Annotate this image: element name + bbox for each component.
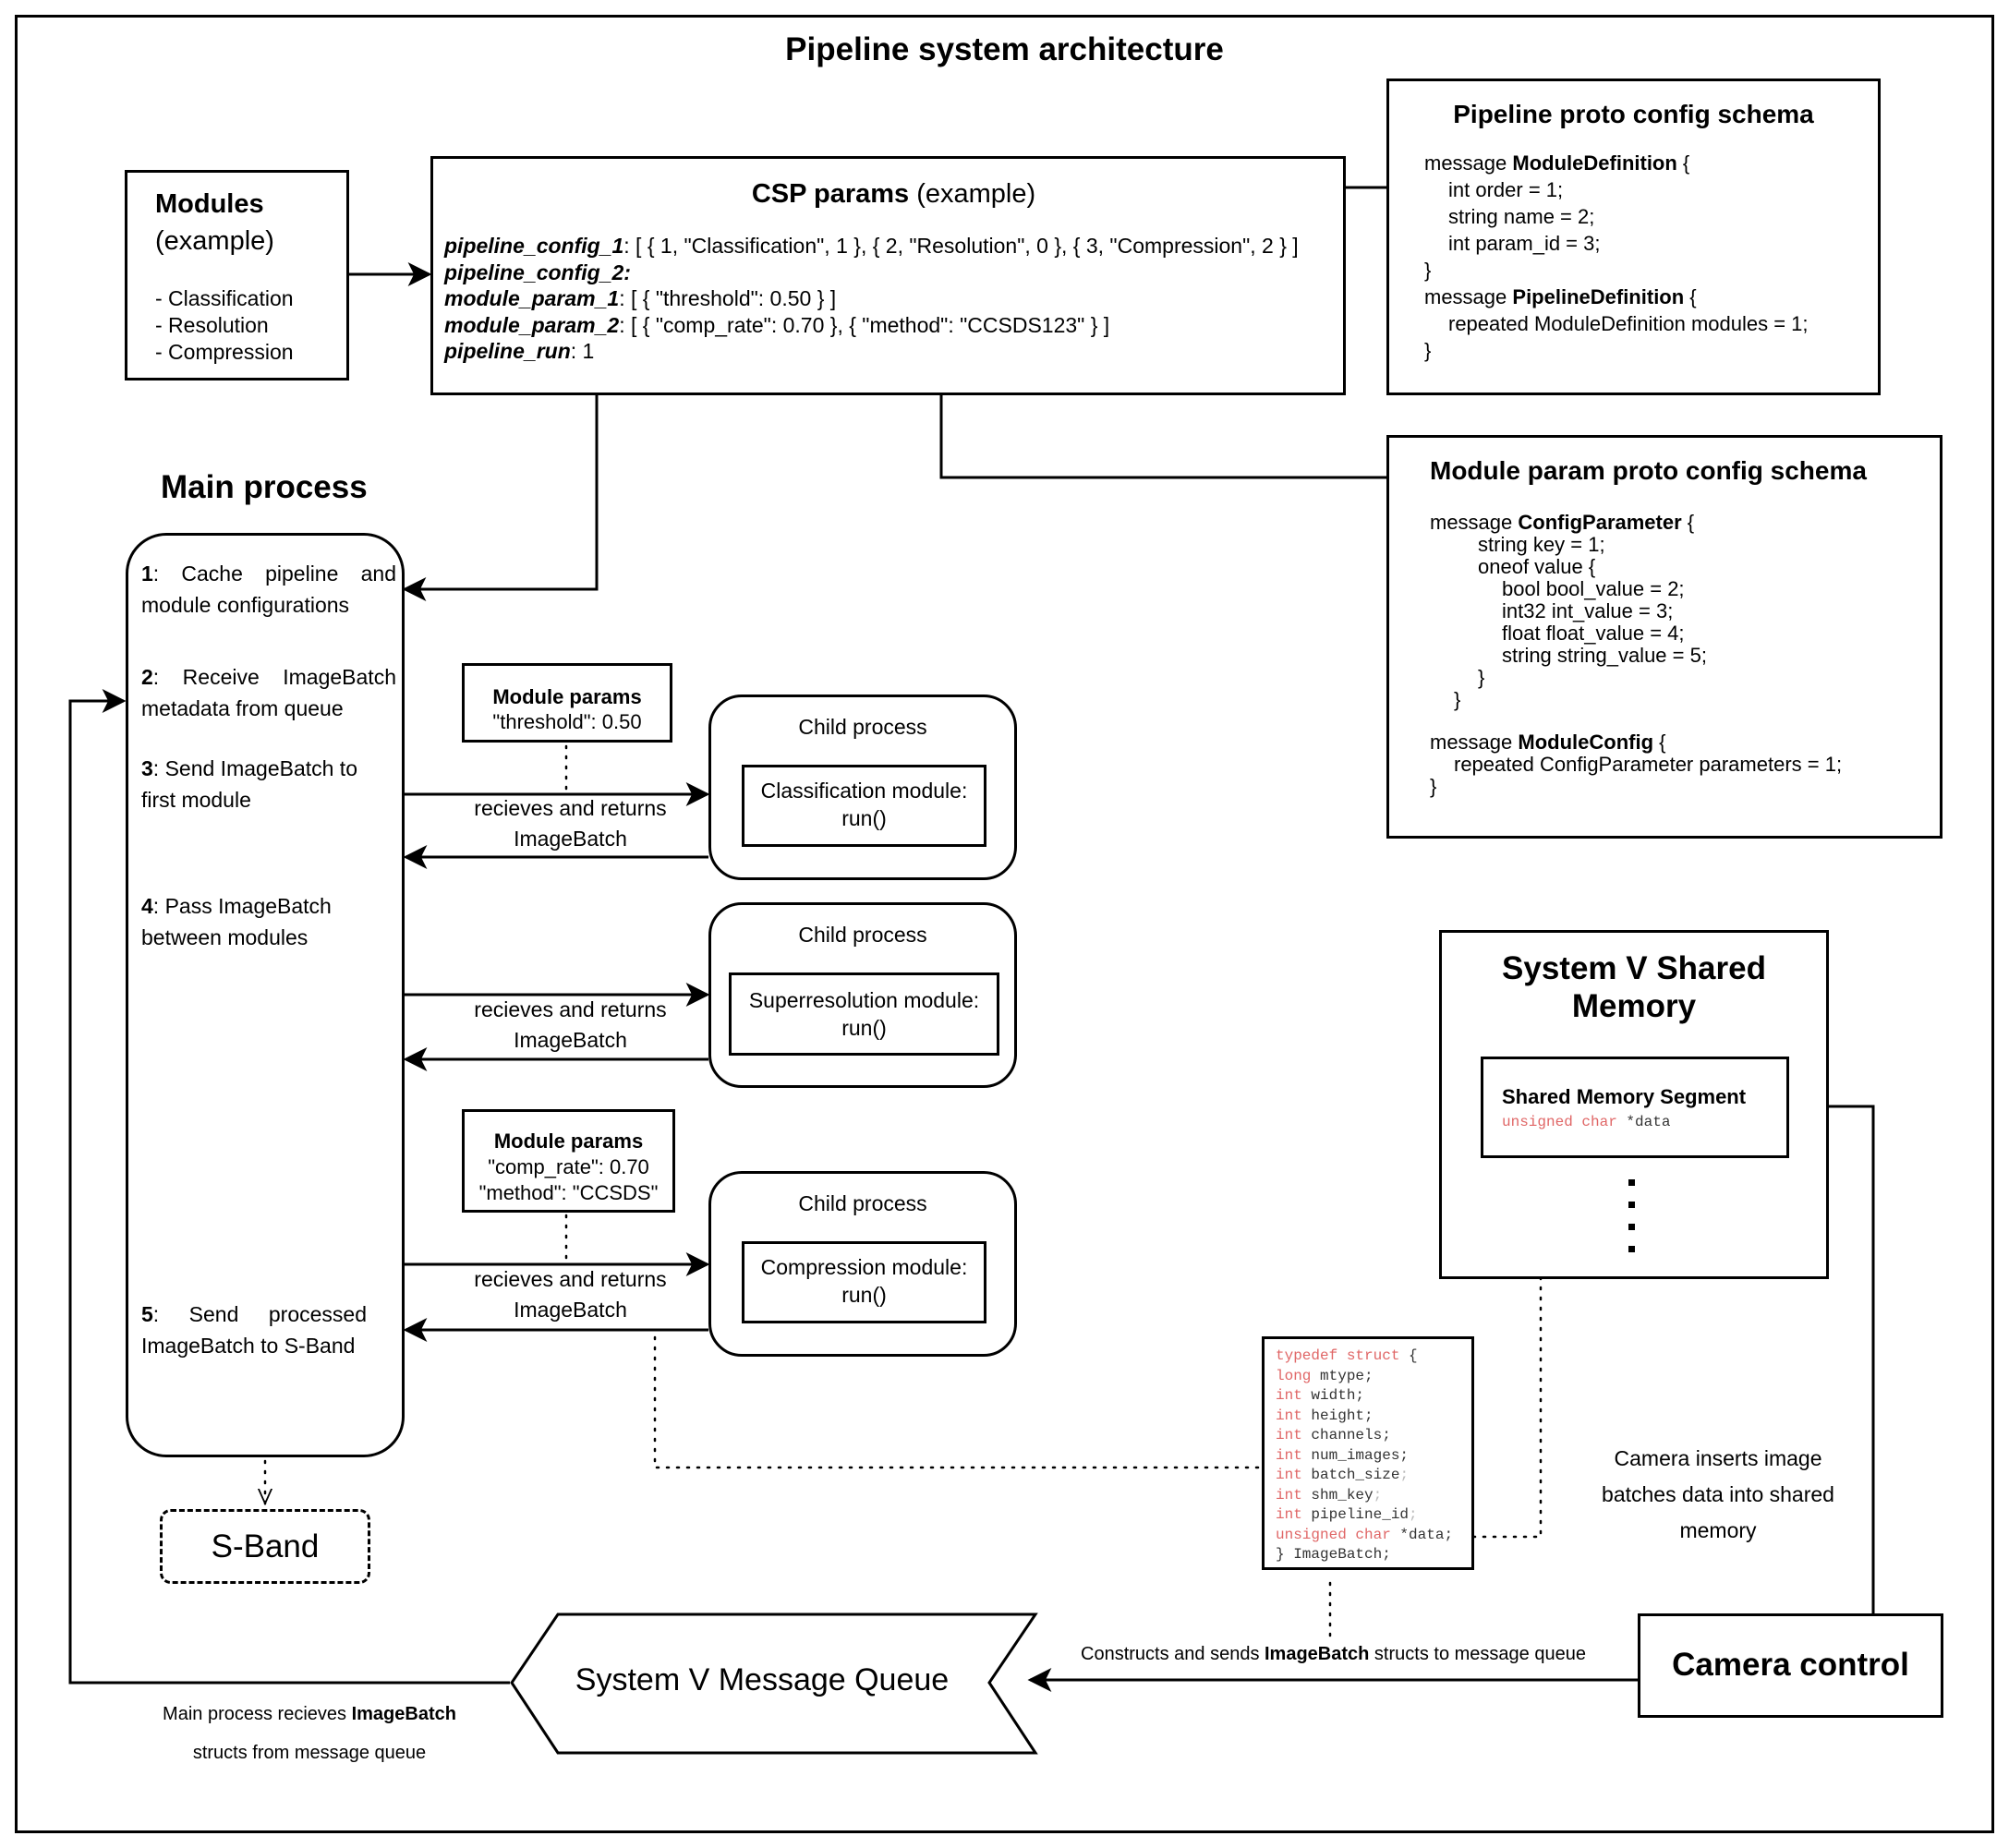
- edge-label-3: recieves and returns ImageBatch: [474, 1267, 667, 1322]
- struct-code-line: int pipeline_id;: [1276, 1506, 1418, 1523]
- schema-code-line: }: [1424, 259, 1432, 282]
- csp-params-box: CSP params (example) pipeline_config_1: …: [430, 156, 1346, 395]
- camera-control-box: Camera control: [1638, 1613, 1943, 1718]
- module-params-box-2: Module params "comp_rate": 0.70 "method"…: [462, 1109, 675, 1213]
- csp-heading: CSP params (example): [751, 179, 1036, 209]
- child-process-label: Child process: [798, 1191, 927, 1215]
- struct-code-line: int width;: [1276, 1387, 1365, 1404]
- pipeline-schema-box: Pipeline proto config schema message Mod…: [1386, 79, 1881, 395]
- struct-code-line: } ImageBatch;: [1276, 1546, 1391, 1563]
- module-param-schema-box: Module param proto config schema message…: [1386, 435, 1942, 839]
- struct-code-line: int height;: [1276, 1407, 1374, 1424]
- csp-line: pipeline_config_1: [ { 1, "Classificatio…: [444, 234, 1299, 258]
- schema-code-line: }: [1454, 688, 1461, 711]
- step-3: 3: Send ImageBatch to first module: [141, 756, 357, 812]
- shared-memory-heading: System V Shared Memory: [1502, 950, 1766, 1024]
- schema-code-line: [1430, 711, 1940, 731]
- modules-subheading: (example): [155, 226, 274, 256]
- pipeline-schema-heading: Pipeline proto config schema: [1453, 100, 1814, 128]
- csp-line: module_param_2: [ { "comp_rate": 0.70 },…: [444, 312, 1110, 337]
- classification-module: Classification module: run(): [742, 765, 986, 847]
- schema-code-line: oneof value {: [1478, 555, 1596, 578]
- schema-code-line: repeated ModuleDefinition modules = 1;: [1448, 312, 1809, 335]
- struct-code-line: int channels;: [1276, 1427, 1391, 1443]
- schema-code-line: }: [1424, 339, 1432, 362]
- schema-code-line: }: [1478, 666, 1485, 689]
- step-4: 4: Pass ImageBatch between modules: [141, 894, 332, 949]
- module-param-value: "comp_rate": 0.70: [488, 1155, 649, 1178]
- compression-module: Compression module: run(): [742, 1241, 986, 1323]
- csp-line: pipeline_config_2:: [444, 260, 631, 284]
- struct-code-line: int batch_size;: [1276, 1467, 1410, 1483]
- csp-lines: pipeline_config_1: [ { 1, "Classificatio…: [444, 233, 1343, 365]
- module-param-schema-heading: Module param proto config schema: [1430, 456, 1867, 485]
- more-segments-ellipsis: [1628, 1179, 1636, 1252]
- superresolution-module: Superresolution module: run(): [729, 972, 999, 1056]
- main-process-heading: Main process: [161, 469, 368, 505]
- schema-code-line: }: [1430, 775, 1437, 798]
- step-5: 5: Send processed ImageBatch to S-Band: [141, 1302, 367, 1358]
- edge-label-1: recieves and returns ImageBatch: [474, 796, 667, 851]
- modules-box: Modules (example) - Classification - Res…: [125, 170, 349, 380]
- csp-line: pipeline_run: 1: [444, 339, 595, 363]
- struct-code-line: int num_images;: [1276, 1446, 1410, 1464]
- module-params-heading: Module params: [492, 685, 642, 708]
- module-item: - Resolution: [155, 313, 269, 337]
- child-process-label: Child process: [798, 715, 927, 739]
- segment-data-field: unsigned char *data: [1502, 1114, 1671, 1130]
- schema-code-line: string string_value = 5;: [1502, 644, 1707, 667]
- schema-code-line: message ModuleDefinition {: [1424, 151, 1690, 175]
- module-params-box-1: Module params "threshold": 0.50: [462, 663, 672, 743]
- module-item: - Compression: [155, 340, 294, 364]
- module-param-schema-code: message ConfigParameter {string key = 1;…: [1430, 512, 1940, 798]
- schema-code-line: string key = 1;: [1478, 533, 1605, 556]
- schema-code-line: string name = 2;: [1448, 205, 1595, 228]
- step-2: 2: Receive ImageBatch metadata from queu…: [141, 665, 396, 720]
- struct-code-line: typedef struct {: [1276, 1347, 1418, 1364]
- module-params-heading: Module params: [493, 1129, 644, 1153]
- schema-code-line: message PipelineDefinition {: [1424, 285, 1697, 308]
- schema-code-line: int order = 1;: [1448, 178, 1564, 201]
- module-param-value: "threshold": 0.50: [492, 710, 642, 733]
- schema-code-line: int32 int_value = 3;: [1502, 599, 1674, 622]
- camera-note: Camera inserts image batches data into s…: [1602, 1446, 1834, 1542]
- send-label: Constructs and sends ImageBatch structs …: [1081, 1644, 1586, 1664]
- schema-code-line: float float_value = 4;: [1502, 622, 1685, 645]
- step-1: 1: Cache pipeline and module configurati…: [141, 562, 396, 617]
- schema-code-line: repeated ConfigParameter parameters = 1;: [1454, 753, 1843, 776]
- schema-code-line: message ModuleConfig {: [1430, 731, 1666, 754]
- schema-code-line: int param_id = 3;: [1448, 232, 1601, 255]
- struct-code-line: unsigned char *data;: [1276, 1526, 1454, 1543]
- receive-label: Main process recieves ImageBatch structs…: [163, 1704, 456, 1763]
- edge-label-2: recieves and returns ImageBatch: [474, 997, 667, 1052]
- module-item: - Classification: [155, 286, 294, 310]
- imagebatch-struct-code: typedef struct { long mtype; int width; int…: [1262, 1336, 1474, 1570]
- diagram-title: Pipeline system architecture: [785, 31, 1224, 67]
- schema-code-line: message ConfigParameter {: [1430, 511, 1695, 534]
- module-param-value: "method": "CCSDS": [478, 1181, 659, 1204]
- child-process-label: Child process: [798, 923, 927, 947]
- pipeline-schema-code: message ModuleDefinition { int order = 1;…: [1424, 150, 1878, 364]
- s-band-box: S-Band: [160, 1509, 370, 1584]
- modules-heading: Modules: [155, 189, 264, 219]
- schema-code-line: bool bool_value = 2;: [1502, 577, 1685, 600]
- struct-code-line: long mtype;: [1276, 1367, 1374, 1384]
- message-queue-label: System V Message Queue: [575, 1662, 950, 1697]
- struct-code-line: int shm_key;: [1276, 1486, 1383, 1504]
- csp-line: module_param_1: [ { "threshold": 0.50 } …: [444, 286, 837, 310]
- shared-memory-segment: Shared Memory Segment unsigned char *dat…: [1481, 1057, 1789, 1158]
